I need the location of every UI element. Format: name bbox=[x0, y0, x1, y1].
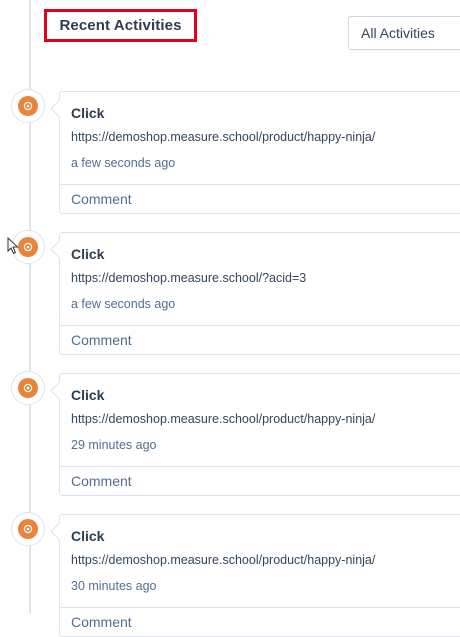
comment-button[interactable]: Comment bbox=[60, 608, 460, 636]
activity-card[interactable]: Click https://demoshop.measure.school/?a… bbox=[59, 232, 460, 355]
activity-card[interactable]: Click https://demoshop.measure.school/pr… bbox=[59, 91, 460, 214]
comment-button[interactable]: Comment bbox=[60, 326, 460, 354]
activity-url: https://demoshop.measure.school/product/… bbox=[71, 553, 376, 567]
mouse-cursor-icon bbox=[7, 237, 19, 255]
comment-button[interactable]: Comment bbox=[60, 185, 460, 213]
activity-url: https://demoshop.measure.school/product/… bbox=[71, 130, 376, 144]
activity-timestamp: 30 minutes ago bbox=[71, 579, 157, 593]
activity-timestamp: 29 minutes ago bbox=[71, 438, 157, 452]
activity-card[interactable]: Click https://demoshop.measure.school/pr… bbox=[59, 373, 460, 496]
comment-button[interactable]: Comment bbox=[60, 467, 460, 495]
activity-type: Click bbox=[71, 105, 105, 121]
activity-filter-value: All Activities bbox=[361, 25, 435, 41]
target-icon bbox=[18, 519, 38, 539]
activity-timestamp: a few seconds ago bbox=[71, 297, 176, 311]
activity-type-icon bbox=[11, 89, 45, 123]
activity-type: Click bbox=[71, 246, 105, 262]
activity-type: Click bbox=[71, 528, 105, 544]
activity-type-icon bbox=[11, 512, 45, 546]
activity-timestamp: a few seconds ago bbox=[71, 156, 176, 170]
activity-type: Click bbox=[71, 387, 105, 403]
activity-filter-select[interactable]: All Activities bbox=[348, 16, 460, 50]
activity-type-icon bbox=[11, 371, 45, 405]
target-icon bbox=[18, 237, 38, 257]
target-icon bbox=[18, 378, 38, 398]
header-title-highlight: Recent Activities bbox=[44, 9, 197, 42]
activity-card[interactable]: Click https://demoshop.measure.school/pr… bbox=[59, 514, 460, 637]
activity-url: https://demoshop.measure.school/product/… bbox=[71, 412, 376, 426]
target-icon bbox=[18, 96, 38, 116]
page-title: Recent Activities bbox=[59, 17, 182, 34]
activity-url: https://demoshop.measure.school/?acid=3 bbox=[71, 271, 307, 285]
